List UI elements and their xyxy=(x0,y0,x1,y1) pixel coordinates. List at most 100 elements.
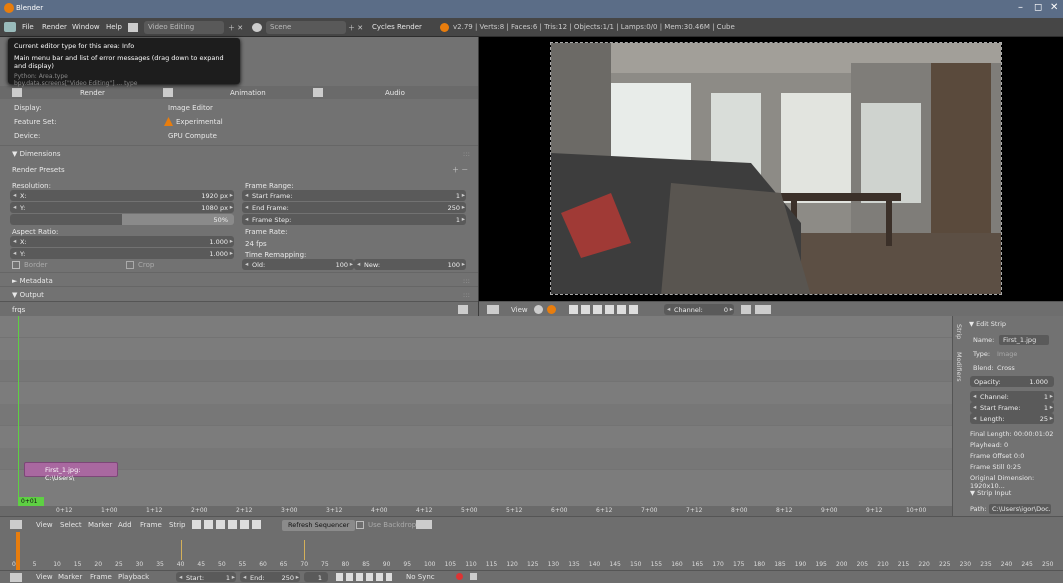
menu-add[interactable]: Add xyxy=(118,521,132,529)
use-backdrop-checkbox[interactable] xyxy=(356,521,364,529)
timeline-tick-label: 30 xyxy=(135,561,144,568)
time-new-field[interactable]: ◂ New: 100 ▸ xyxy=(354,259,466,270)
resolution-y-field[interactable]: ◂ Y: 1080 px ▸ xyxy=(10,202,234,213)
blend-select[interactable]: Cross xyxy=(997,364,1015,372)
dimensions-panel-header[interactable]: ▼ Dimensions::: xyxy=(0,145,478,160)
edit-strip-header[interactable]: ▼ Edit Strip xyxy=(969,320,1006,328)
screen-add-remove-icon[interactable]: ＋ ✕ xyxy=(228,23,243,33)
menu-frame[interactable]: Frame xyxy=(140,521,162,529)
aspect-x-field[interactable]: ◂ X: 1.000 ▸ xyxy=(10,236,234,247)
crop-checkbox[interactable] xyxy=(126,261,134,269)
menu-render[interactable]: Render xyxy=(42,23,67,31)
strip-input-header[interactable]: ▼ Strip Input xyxy=(970,489,1011,497)
path-field[interactable]: C:\Users\igor\Doc... xyxy=(989,504,1051,514)
channel-field[interactable]: ◂ Channel: 0 ▸ xyxy=(664,304,734,315)
scene-add-remove-icon[interactable]: ＋ ✕ xyxy=(348,23,363,33)
feature-set-select[interactable]: Experimental xyxy=(176,118,223,126)
image-strip[interactable]: First_1.jpg: C:\Users\ xyxy=(24,462,118,482)
ruler-label: 7+00 xyxy=(641,507,658,514)
tab-strip[interactable]: Strip xyxy=(955,324,963,339)
render-engine-select[interactable]: Cycles Render xyxy=(372,23,422,31)
timeline-menu-view[interactable]: View xyxy=(36,573,53,581)
frame-rate-select[interactable]: 24 fps xyxy=(245,240,267,248)
menu-select[interactable]: Select xyxy=(60,521,82,529)
keying-icon[interactable] xyxy=(470,573,477,580)
menu-window[interactable]: Window xyxy=(72,23,100,31)
time-old-field[interactable]: ◂ Old: 100 ▸ xyxy=(242,259,354,270)
timeline-current-frame[interactable]: 1 xyxy=(304,572,328,582)
resolution-percentage-slider[interactable]: 50% xyxy=(10,214,234,225)
overlay-icon[interactable] xyxy=(547,305,556,314)
reference-icon[interactable] xyxy=(741,305,751,314)
playhead-line[interactable] xyxy=(18,316,19,506)
menu-file[interactable]: File xyxy=(22,23,34,31)
sequencer-editor-icon[interactable] xyxy=(10,520,22,529)
frame-step-field[interactable]: ◂ Frame Step: 1 ▸ xyxy=(242,214,466,225)
drag-handle-icon[interactable]: ::: xyxy=(463,291,470,299)
tab-animation[interactable]: Animation xyxy=(230,89,266,97)
menu-view[interactable]: View xyxy=(36,521,53,529)
tab-audio[interactable]: Audio xyxy=(385,89,405,97)
playback-controls-icons[interactable] xyxy=(336,573,392,581)
resolution-x-field[interactable]: ◂ X: 1920 px ▸ xyxy=(10,190,234,201)
scene-icon[interactable] xyxy=(252,23,262,32)
timeline-menu-frame[interactable]: Frame xyxy=(90,573,112,581)
end-frame-field[interactable]: ◂ End Frame: 250 ▸ xyxy=(242,202,466,213)
border-checkbox[interactable] xyxy=(12,261,20,269)
sync-select[interactable]: No Sync xyxy=(406,573,435,581)
record-icon[interactable] xyxy=(456,573,463,580)
ruler-label: 0+12 xyxy=(56,507,73,514)
render-presets-menu[interactable]: Render Presets xyxy=(12,166,65,174)
refresh-sequencer-button[interactable]: Refresh Sequencer xyxy=(282,520,356,531)
channel-value: 0 xyxy=(723,306,728,314)
display-mode-icon[interactable] xyxy=(534,305,543,314)
start-strip-field[interactable]: ◂ Start Frame: 1 ▸ xyxy=(970,402,1054,413)
timeline-menu-playback[interactable]: Playback xyxy=(118,573,149,581)
tab-modifiers[interactable]: Modifiers xyxy=(955,352,963,382)
drag-handle-icon[interactable]: ::: xyxy=(463,277,470,285)
channel-strip-field[interactable]: ◂ Channel: 1 ▸ xyxy=(970,391,1054,402)
menu-help[interactable]: Help xyxy=(106,23,122,31)
timeline-end-field[interactable]: ◂ End: 250 ▸ xyxy=(240,572,300,582)
metadata-panel-header[interactable]: ► Metadata::: xyxy=(0,272,478,287)
name-field[interactable]: First_1.jpg xyxy=(999,335,1049,345)
tab-render[interactable]: Render xyxy=(80,89,105,97)
overlay-icon[interactable] xyxy=(416,520,432,529)
opacity-slider[interactable]: Opacity: 1.000 xyxy=(970,376,1054,387)
minimize-button[interactable]: – xyxy=(1018,2,1023,13)
properties-editor-icon[interactable] xyxy=(458,305,468,314)
close-button[interactable]: ✕ xyxy=(1050,2,1058,13)
sequencer-toolbar-icons[interactable] xyxy=(192,520,262,529)
sequencer-ruler[interactable]: 0+12 1+00 1+12 2+00 2+12 3+00 3+12 4+00 … xyxy=(0,506,952,516)
strip-input-title: Strip Input xyxy=(977,489,1012,497)
aspect-y-field[interactable]: ◂ Y: 1.000 ▸ xyxy=(10,248,234,259)
tooltip-value: Info xyxy=(121,42,135,50)
screen-layout-field[interactable]: Video Editing xyxy=(144,21,224,34)
timeline-editor-icon[interactable] xyxy=(10,573,22,582)
menu-strip[interactable]: Strip xyxy=(169,521,185,529)
sequencer-timeline[interactable]: 0+01 xyxy=(0,316,952,506)
display-select[interactable]: Image Editor xyxy=(168,104,213,112)
timeline-start-field[interactable]: ◂ Start: 1 ▸ xyxy=(176,572,236,582)
length-strip-field[interactable]: ◂ Length: 25 ▸ xyxy=(970,413,1054,424)
scene-field[interactable]: Scene xyxy=(266,21,346,34)
timeline-menu-marker[interactable]: Marker xyxy=(58,573,82,581)
strip-length-value: 25 xyxy=(1039,415,1048,423)
maximize-button[interactable]: ◻ xyxy=(1034,2,1042,13)
preset-add-remove-icon[interactable]: ＋ － xyxy=(452,165,468,175)
preview-view-menu[interactable]: View xyxy=(511,306,528,314)
current-frame-indicator[interactable]: 0+01 xyxy=(18,497,44,506)
timeline-tick-label: 185 xyxy=(774,561,786,568)
editor-type-icon[interactable] xyxy=(4,22,16,32)
timeline-playhead[interactable] xyxy=(16,532,20,570)
sequencer-editor-icon[interactable] xyxy=(487,305,499,314)
channel-row xyxy=(0,404,952,426)
menu-marker[interactable]: Marker xyxy=(88,521,112,529)
preview-toolbar-icons[interactable] xyxy=(569,305,639,314)
start-frame-field[interactable]: ◂ Start Frame: 1 ▸ xyxy=(242,190,466,201)
drag-handle-icon[interactable]: ::: xyxy=(463,150,470,158)
device-select[interactable]: GPU Compute xyxy=(168,132,217,140)
output-panel-header[interactable]: ▼ Output::: xyxy=(0,286,478,301)
backdrop-icon[interactable] xyxy=(755,305,771,314)
screen-layout-icon[interactable] xyxy=(128,23,138,32)
